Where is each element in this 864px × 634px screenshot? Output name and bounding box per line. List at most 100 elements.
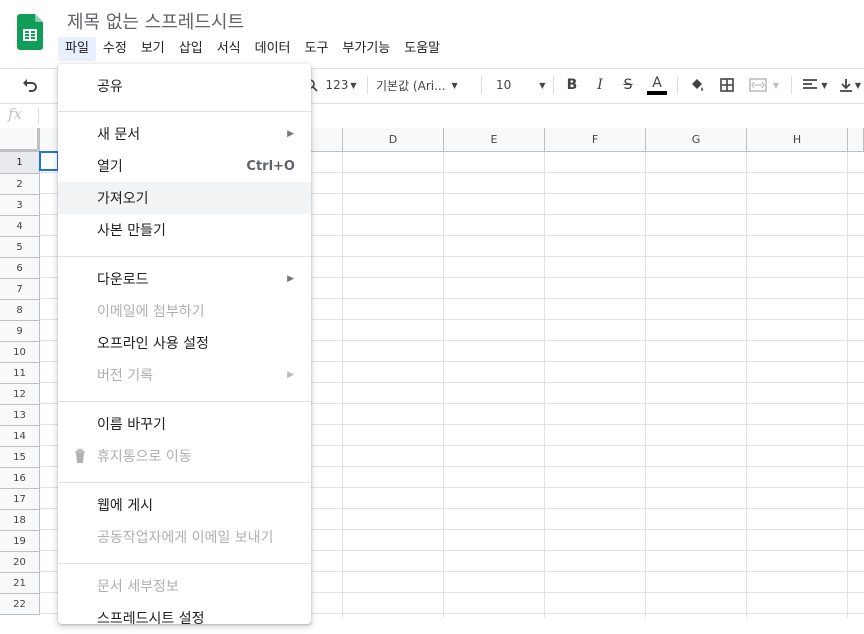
- undo-button[interactable]: [18, 69, 42, 101]
- chevron-down-icon: ▼: [821, 80, 828, 90]
- menu-divider: [58, 401, 311, 402]
- row-header-8[interactable]: 8: [0, 300, 40, 321]
- row-header-9[interactable]: 9: [0, 321, 40, 342]
- column-header-d[interactable]: D: [343, 128, 444, 152]
- number-format-label: 123: [325, 78, 349, 92]
- submenu-arrow-icon: ▶: [287, 129, 294, 139]
- fill-color-button[interactable]: [686, 69, 708, 101]
- merge-cells-button[interactable]: ▼: [744, 69, 784, 101]
- menu-option-open[interactable]: 열기 Ctrl+O: [58, 150, 311, 182]
- toolbar-divider: [481, 76, 482, 94]
- horizontal-align-button[interactable]: ▼: [799, 69, 831, 101]
- borders-icon: [720, 78, 734, 92]
- menu-option-version-history: 버전 기록 ▶: [58, 359, 311, 391]
- menu-option-label: 이메일에 첨부하기: [97, 304, 205, 320]
- column-header-g[interactable]: G: [646, 128, 747, 152]
- column-header-i[interactable]: [848, 128, 864, 152]
- menu-divider: [58, 256, 311, 257]
- selected-cell-a1[interactable]: [39, 151, 59, 171]
- text-color-label: A: [652, 74, 662, 91]
- menu-addons[interactable]: 부가기능: [335, 37, 397, 61]
- menu-option-download[interactable]: 다운로드 ▶: [58, 263, 311, 295]
- menu-bar: 파일 수정 보기 삽입 서식 데이터 도구 부가기능 도움말: [58, 37, 447, 61]
- menu-option-make-copy[interactable]: 사본 만들기: [58, 214, 311, 246]
- menu-option-settings[interactable]: 스프레드시트 설정: [58, 602, 311, 634]
- menu-data[interactable]: 데이터: [248, 37, 298, 61]
- menu-format[interactable]: 서식: [210, 37, 248, 61]
- row-header-14[interactable]: 14: [0, 426, 40, 447]
- select-all-corner[interactable]: [0, 128, 40, 152]
- row-header-16[interactable]: 16: [0, 468, 40, 489]
- row-header-17[interactable]: 17: [0, 489, 40, 510]
- toolbar-divider: [791, 76, 792, 94]
- undo-icon: [23, 79, 37, 92]
- row-header-13[interactable]: 13: [0, 405, 40, 426]
- borders-button[interactable]: [716, 69, 738, 101]
- font-size-label: 10: [496, 78, 512, 92]
- row-header-3[interactable]: 3: [0, 195, 40, 216]
- row-header-10[interactable]: 10: [0, 342, 40, 363]
- menu-option-share[interactable]: 공유: [58, 70, 311, 102]
- chevron-down-icon: ▼: [854, 80, 862, 90]
- app-header: 제목 없는 스프레드시트 파일 수정 보기 삽입 서식 데이터 도구 부가기능 …: [0, 0, 864, 64]
- menu-view[interactable]: 보기: [134, 37, 172, 61]
- menu-option-trash: 휴지통으로 이동: [58, 440, 311, 472]
- menu-option-email-collaborators: 공동작업자에게 이메일 보내기: [58, 521, 311, 553]
- row-header-11[interactable]: 11: [0, 363, 40, 384]
- menu-option-rename[interactable]: 이름 바꾸기: [58, 408, 311, 440]
- menu-option-label: 새 문서: [97, 127, 141, 143]
- row-header-18[interactable]: 18: [0, 510, 40, 531]
- menu-option-offline[interactable]: 오프라인 사용 설정: [58, 327, 311, 359]
- strikethrough-button[interactable]: S: [617, 69, 639, 101]
- toolbar-divider: [553, 76, 554, 94]
- menu-option-label: 문서 세부정보: [97, 579, 179, 595]
- column-header-f[interactable]: F: [545, 128, 646, 152]
- menu-option-details: 문서 세부정보: [58, 570, 311, 602]
- formula-divider: [38, 108, 39, 124]
- column-header-c[interactable]: [311, 128, 343, 152]
- row-header-21[interactable]: 21: [0, 573, 40, 594]
- font-size-dropdown[interactable]: 10 ▼: [490, 69, 550, 101]
- menu-help[interactable]: 도움말: [397, 37, 447, 61]
- vertical-align-button[interactable]: ▼: [836, 69, 864, 101]
- row-header-19[interactable]: 19: [0, 531, 40, 552]
- row-header-7[interactable]: 7: [0, 279, 40, 300]
- row-header-6[interactable]: 6: [0, 258, 40, 279]
- bold-button[interactable]: B: [561, 69, 583, 101]
- row-header-22[interactable]: 22: [0, 594, 40, 615]
- menu-option-label: 웹에 게시: [97, 498, 153, 514]
- menu-tools[interactable]: 도구: [298, 37, 336, 61]
- row-header-1[interactable]: 1: [0, 152, 40, 174]
- menu-option-label: 공유: [97, 79, 123, 95]
- column-header-a[interactable]: [40, 128, 60, 152]
- menu-option-import[interactable]: 가져오기: [58, 182, 311, 214]
- menu-insert[interactable]: 삽입: [172, 37, 210, 61]
- menu-divider: [58, 482, 311, 483]
- file-menu-dropdown: 공유 새 문서 ▶ 열기 Ctrl+O 가져오기 사본 만들기 다운로드 ▶ 이…: [58, 64, 311, 627]
- chevron-down-icon: ▼: [772, 80, 780, 90]
- row-header-12[interactable]: 12: [0, 384, 40, 405]
- font-family-dropdown[interactable]: 기본값 (Ari... ▼: [376, 69, 472, 101]
- sheets-logo-icon[interactable]: [17, 14, 43, 50]
- column-header-h[interactable]: H: [747, 128, 848, 152]
- row-header-15[interactable]: 15: [0, 447, 40, 468]
- menu-option-label: 다운로드: [97, 272, 149, 288]
- menu-option-label: 휴지통으로 이동: [97, 449, 192, 465]
- paint-bucket-icon: [692, 79, 703, 91]
- menu-option-label: 사본 만들기: [97, 223, 166, 239]
- row-header-20[interactable]: 20: [0, 552, 40, 573]
- row-header-5[interactable]: 5: [0, 237, 40, 258]
- document-title[interactable]: 제목 없는 스프레드시트: [67, 8, 244, 34]
- menu-edit[interactable]: 수정: [96, 37, 134, 61]
- italic-button[interactable]: I: [589, 69, 611, 101]
- menu-option-new[interactable]: 새 문서 ▶: [58, 118, 311, 150]
- menu-option-publish[interactable]: 웹에 게시: [58, 489, 311, 521]
- row-header-2[interactable]: 2: [0, 174, 40, 195]
- submenu-arrow-icon: ▶: [287, 274, 294, 284]
- menu-file[interactable]: 파일: [58, 37, 96, 61]
- menu-option-label: 가져오기: [97, 191, 149, 207]
- column-header-e[interactable]: E: [444, 128, 545, 152]
- number-format-dropdown[interactable]: 123 ▼: [324, 69, 358, 101]
- text-color-button[interactable]: A: [645, 69, 669, 101]
- row-header-4[interactable]: 4: [0, 216, 40, 237]
